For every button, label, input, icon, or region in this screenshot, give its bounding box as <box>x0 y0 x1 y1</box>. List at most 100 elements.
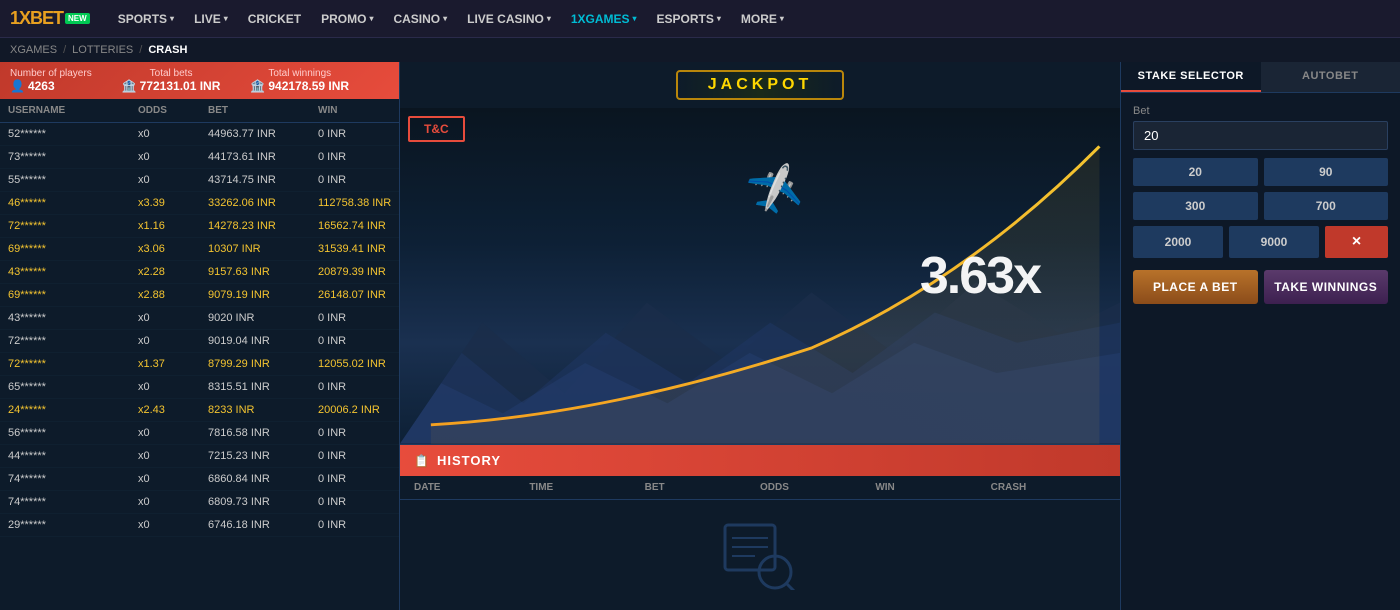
bet-input[interactable] <box>1133 121 1388 150</box>
game-area: T&C ✈️ 3.63x <box>400 108 1120 444</box>
table-row: 46****** x3.39 33262.06 INR 112758.38 IN… <box>0 192 399 215</box>
td-bet: 9020 INR <box>200 307 310 329</box>
table-row: 74****** x0 6860.84 INR 0 INR <box>0 468 399 491</box>
th-win: WIN <box>310 99 400 122</box>
td-odds: x0 <box>130 307 200 329</box>
td-username: 46****** <box>0 192 130 214</box>
td-username: 43****** <box>0 261 130 283</box>
breadcrumb-sep1: / <box>63 44 66 56</box>
table-row: 43****** x2.28 9157.63 INR 20879.39 INR <box>0 261 399 284</box>
nav-promo[interactable]: PROMO ▾ <box>313 8 381 30</box>
left-panel: Number of players 👤 4263 Total bets 🏦 77… <box>0 62 400 610</box>
td-username: 29****** <box>0 514 130 536</box>
history-columns: DATE TIME BET ODDS WIN CRASH <box>400 476 1120 500</box>
td-win: 31539.41 INR <box>310 238 399 260</box>
nav-cricket[interactable]: CRICKET <box>240 8 309 30</box>
th-username: USERNAME <box>0 99 130 122</box>
table-row: 56****** x0 7816.58 INR 0 INR <box>0 422 399 445</box>
tab-stake-selector[interactable]: STAKE SELECTOR <box>1121 62 1261 92</box>
nav-1xgames[interactable]: 1XGAMES ▾ <box>563 8 645 30</box>
nav-items: SPORTS ▾ LIVE ▾ CRICKET PROMO ▾ CASINO ▾… <box>110 8 1390 30</box>
qb-btn-2000[interactable]: 2000 <box>1133 226 1223 258</box>
qb-btn-90[interactable]: 90 <box>1264 158 1389 186</box>
stat-total-winnings: Total winnings 🏦 942178.59 INR <box>250 68 349 93</box>
history-panel: 📋 HISTORY DATE TIME BET ODDS WIN CRASH <box>400 444 1120 610</box>
qb-btn-9000[interactable]: 9000 <box>1229 226 1319 258</box>
td-username: 24****** <box>0 399 130 421</box>
td-username: 72****** <box>0 353 130 375</box>
td-username: 72****** <box>0 215 130 237</box>
breadcrumb-xgames[interactable]: XGAMES <box>10 44 57 56</box>
take-winnings-button[interactable]: TAKE WINNINGS <box>1264 270 1389 304</box>
breadcrumb-crash: CRASH <box>148 44 187 56</box>
td-bet: 8799.29 INR <box>200 353 310 375</box>
breadcrumb-sep2: / <box>139 44 142 56</box>
history-col-crash: CRASH <box>991 482 1106 493</box>
td-win: 0 INR <box>310 169 399 191</box>
nav-sports[interactable]: SPORTS ▾ <box>110 8 182 30</box>
td-bet: 6860.84 INR <box>200 468 310 490</box>
stat-total-winnings-label: Total winnings <box>250 68 349 79</box>
nav-live-casino[interactable]: LIVE CASINO ▾ <box>459 8 559 30</box>
td-bet: 44173.61 INR <box>200 146 310 168</box>
place-bet-button[interactable]: PLACE A BET <box>1133 270 1258 304</box>
nav-live[interactable]: LIVE ▾ <box>186 8 236 30</box>
table-row: 72****** x1.37 8799.29 INR 12055.02 INR <box>0 353 399 376</box>
stat-total-bets: Total bets 🏦 772131.01 INR <box>122 68 221 93</box>
td-odds: x0 <box>130 330 200 352</box>
table-row: 69****** x2.88 9079.19 INR 26148.07 INR <box>0 284 399 307</box>
action-buttons: PLACE A BET TAKE WINNINGS <box>1133 270 1388 304</box>
tc-button[interactable]: T&C <box>408 116 465 142</box>
qb-btn-20[interactable]: 20 <box>1133 158 1258 186</box>
td-odds: x1.16 <box>130 215 200 237</box>
nav-casino[interactable]: CASINO ▾ <box>385 8 455 30</box>
stat-bets-icon: 🏦 <box>122 79 137 93</box>
td-odds: x2.88 <box>130 284 200 306</box>
nav-esports[interactable]: ESPORTS ▾ <box>649 8 729 30</box>
history-title: HISTORY <box>437 453 501 468</box>
td-win: 12055.02 INR <box>310 353 399 375</box>
td-win: 0 INR <box>310 445 399 467</box>
td-odds: x0 <box>130 169 200 191</box>
td-odds: x3.39 <box>130 192 200 214</box>
td-bet: 33262.06 INR <box>200 192 310 214</box>
history-col-odds: ODDS <box>760 482 875 493</box>
multiplier-display: 3.63x <box>920 246 1040 306</box>
breadcrumb-lotteries[interactable]: LOTTERIES <box>72 44 133 56</box>
table-row: 74****** x0 6809.73 INR 0 INR <box>0 491 399 514</box>
table-row: 72****** x1.16 14278.23 INR 16562.74 INR <box>0 215 399 238</box>
breadcrumb: XGAMES / LOTTERIES / CRASH <box>0 38 1400 62</box>
td-win: 20879.39 INR <box>310 261 399 283</box>
td-username: 55****** <box>0 169 130 191</box>
td-win: 0 INR <box>310 422 399 444</box>
history-col-date: DATE <box>414 482 529 493</box>
td-bet: 7215.23 INR <box>200 445 310 467</box>
logo-text: 1XBET <box>10 8 63 29</box>
stat-total-winnings-value: 🏦 942178.59 INR <box>250 79 349 93</box>
td-win: 16562.74 INR <box>310 215 399 237</box>
td-odds: x0 <box>130 123 200 145</box>
td-win: 0 INR <box>310 468 399 490</box>
td-username: 73****** <box>0 146 130 168</box>
td-username: 44****** <box>0 445 130 467</box>
td-odds: x0 <box>130 445 200 467</box>
td-win: 26148.07 INR <box>310 284 399 306</box>
th-odds: ODDS <box>130 99 200 122</box>
td-username: 52****** <box>0 123 130 145</box>
stats-bar: Number of players 👤 4263 Total bets 🏦 77… <box>0 62 399 99</box>
qb-btn-700[interactable]: 700 <box>1264 192 1389 220</box>
td-odds: x2.43 <box>130 399 200 421</box>
td-odds: x1.37 <box>130 353 200 375</box>
main-layout: Number of players 👤 4263 Total bets 🏦 77… <box>0 62 1400 610</box>
stat-winnings-icon: 🏦 <box>250 79 265 93</box>
nav-more[interactable]: MORE ▾ <box>733 8 792 30</box>
stat-total-bets-label: Total bets <box>122 68 221 79</box>
td-win: 0 INR <box>310 514 399 536</box>
qb-btn-300[interactable]: 300 <box>1133 192 1258 220</box>
tab-autobet[interactable]: AUTOBET <box>1261 62 1400 92</box>
table-row: 29****** x0 6746.18 INR 0 INR <box>0 514 399 537</box>
td-odds: x3.06 <box>130 238 200 260</box>
stat-players-icon: 👤 <box>10 79 25 93</box>
qb-btn-clear[interactable]: × <box>1325 226 1388 258</box>
right-panel: STAKE SELECTOR AUTOBET Bet 20 90 300 700… <box>1120 62 1400 610</box>
